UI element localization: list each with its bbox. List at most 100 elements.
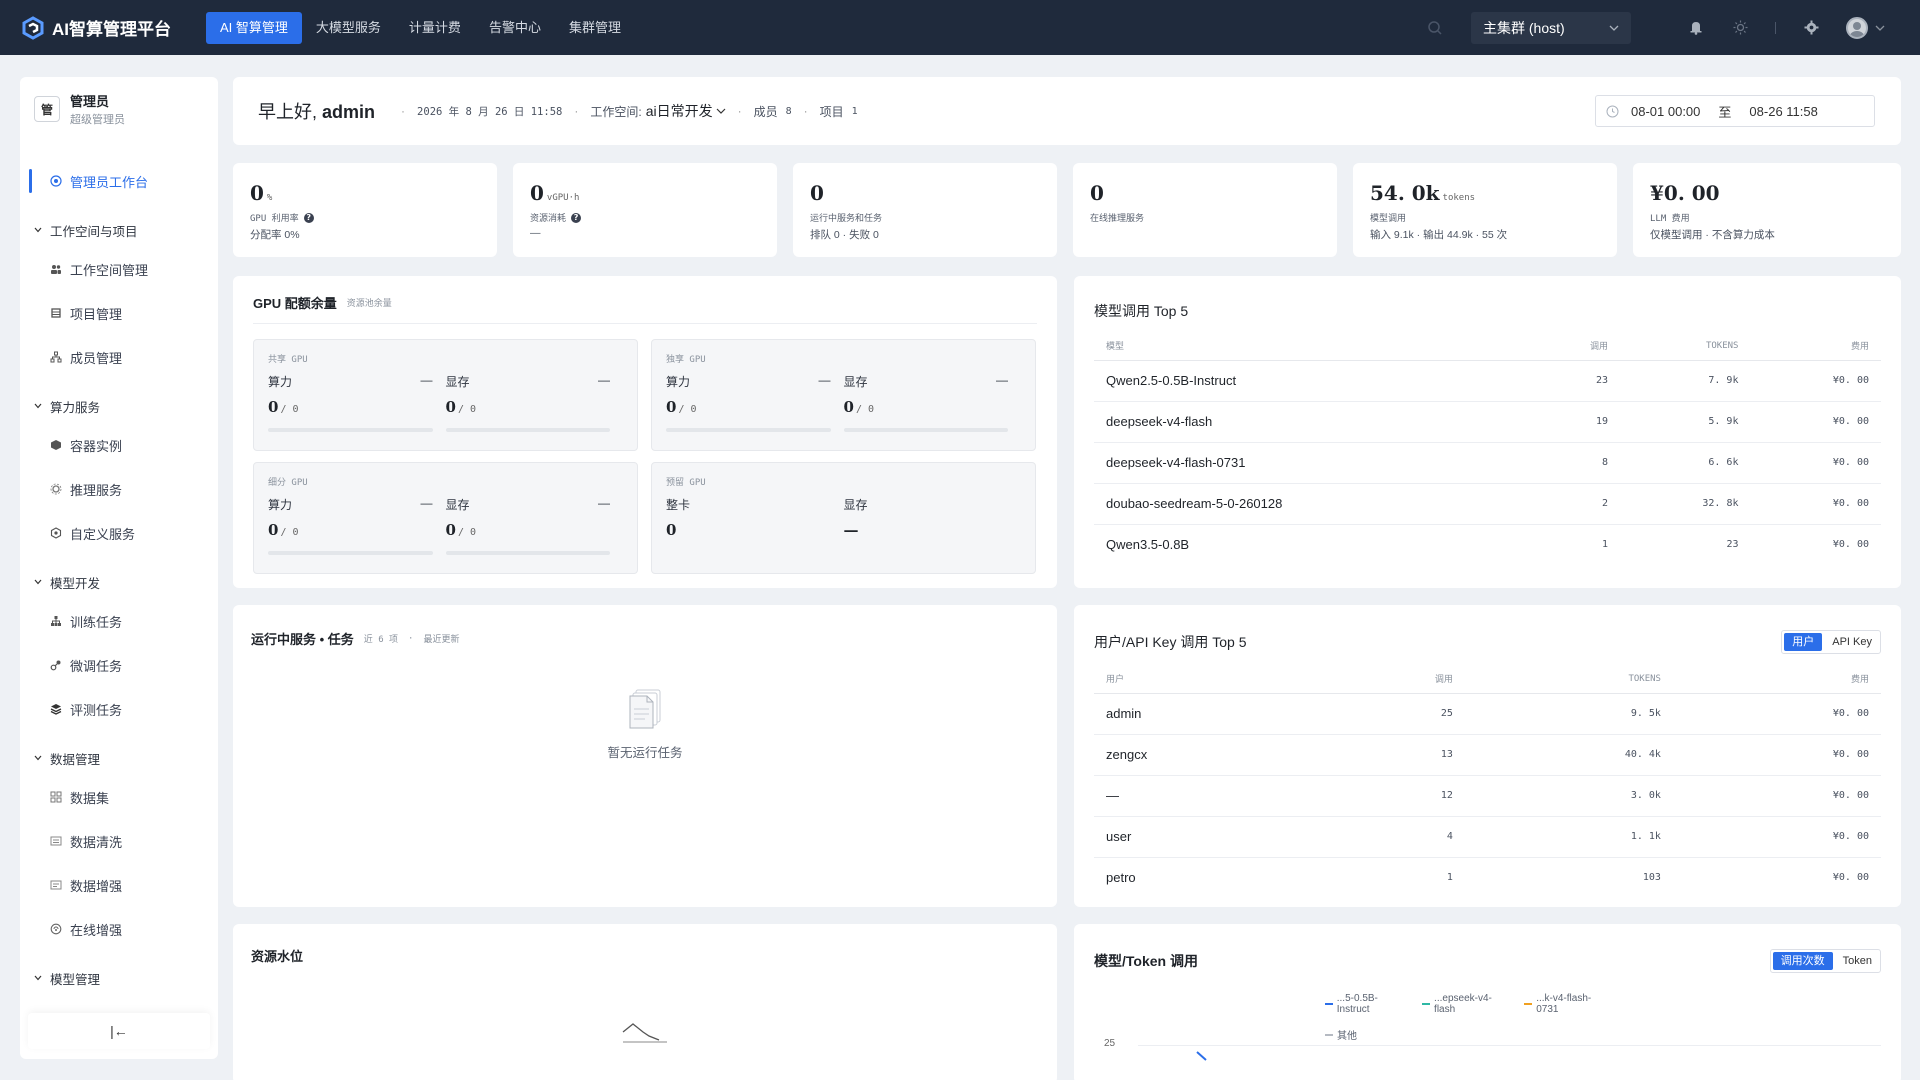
project-icon [49,307,62,320]
sidebar-item-label: 数据清洗 [70,834,123,850]
table-row[interactable]: —12 3. 0k ¥0. 00 [1094,775,1881,817]
row-calls: 13 [1319,734,1465,776]
sidebar-item-container[interactable]: 容器实例 [20,423,218,467]
date-from[interactable]: 08-01 00:00 [1631,104,1700,119]
sidebar-group-model-dev[interactable]: 模型开发 [20,565,218,599]
table-row[interactable]: Qwen3.5-0.8B 1 23 ¥0. 00 [1094,524,1881,565]
table-row[interactable]: Qwen2.5-0.5B-Instruct 23 7. 9k ¥0. 00 [1094,360,1881,402]
workspace-select[interactable]: ai日常开发 [646,101,726,121]
stat-unit: tokens [1442,193,1476,203]
sidebar-item-project-mgmt[interactable]: 项目管理 [20,291,218,335]
table-header-row: 用户 调用 TOKENS 费用 [1094,665,1881,694]
members-icon [49,351,62,364]
user-top5-table: 用户 调用 TOKENS 费用 admin 25 9. 5k ¥0. 00 zengcx… [1094,665,1881,898]
toggle-apikey[interactable]: API Key [1824,631,1880,653]
user-menu[interactable] [1846,16,1886,39]
legend-label: ...k-v4-flash-0731 [1536,993,1592,1015]
row-name: deepseek-v4-flash [1094,401,1529,443]
sidebar-item-data-clean[interactable]: 数据清洗 [20,819,218,863]
chevron-down-icon [34,975,42,981]
sidebar-item-admin-dashboard[interactable]: 管理员工作台 [20,159,218,203]
date-range-picker[interactable]: 08-01 00:00 至 08-26 11:58 [1595,95,1875,127]
table-row[interactable]: zengcx 13 40. 4k ¥0. 00 [1094,734,1881,776]
sidebar-group-workspace[interactable]: 工作空间与项目 [20,213,218,247]
legend-item[interactable]: ...5-0.5B-Instruct [1325,993,1408,1015]
stat-unit: vGPU·h [546,193,580,203]
nav-alerts[interactable]: 告警中心 [475,12,555,44]
sidebar-group-data[interactable]: 数据管理 [20,741,218,775]
sidebar-item-member-mgmt[interactable]: 成员管理 [20,335,218,379]
table-row[interactable]: deepseek-v4-flash 19 5. 9k ¥0. 00 [1094,401,1881,443]
quota-used: 0 [843,398,854,416]
sidebar-item-online-augment[interactable]: 在线增强 [20,907,218,951]
nav-ai-compute[interactable]: AI 智算管理 [206,11,302,44]
gear-icon[interactable] [1802,19,1820,37]
stat-label: GPU 利用率 [250,214,299,224]
table-row[interactable]: doubao-seedream-5-0-260128 2 32. 8k ¥0. 00 [1094,483,1881,525]
table-row[interactable]: user 4 1. 1k ¥0. 00 [1094,816,1881,858]
nav-billing[interactable]: 计量计费 [395,12,475,44]
gpu-quota-grid: 共享 GPU 算力 — 0/ 0 显存 — 0/ 0 独享 GPU 算力 — 0/ 0… [253,339,1037,574]
table-row[interactable]: deepseek-v4-flash-0731 8 6. 6k ¥0. 00 [1094,442,1881,484]
sidebar-item-custom-service[interactable]: 自定义服务 [20,511,218,555]
row-name: user [1094,816,1320,858]
row-cost: ¥0. 00 [1672,693,1881,735]
stat-online-inference: 0 在线推理服务 [1073,163,1337,257]
sidebar-item-label: 成员管理 [70,350,123,366]
stat-resource-consumption: 0 vGPU·h 资源消耗? — [513,163,777,257]
sidebar-item-evaluation[interactable]: 评测任务 [20,687,218,731]
nav-cluster[interactable]: 集群管理 [555,12,635,44]
model-top5-card: 模型调用 Top 5 模型 调用 TOKENS 费用 Qwen2.5-0.5B-… [1074,276,1901,588]
toggle-user[interactable]: 用户 [1784,633,1823,651]
sidebar-group-model-mgmt[interactable]: 模型管理 [20,961,218,995]
sidebar-item-inference[interactable]: 推理服务 [20,467,218,511]
row-calls: 1 [1446,872,1453,884]
sidebar-item-data-augment[interactable]: 数据增强 [20,863,218,907]
cluster-select[interactable]: 主集群 (host) [1471,11,1631,44]
bell-icon[interactable] [1687,19,1705,37]
nav-llm-service[interactable]: 大模型服务 [302,12,395,44]
row-name: deepseek-v4-flash-0731 [1094,442,1529,484]
user-apikey-toggle: 用户 API Key [1781,630,1881,654]
sidebar-collapse-button[interactable]: |← [28,1013,210,1049]
date-to[interactable]: 08-26 11:58 [1749,104,1817,119]
help-icon[interactable]: ? [303,212,314,223]
theme-sun-icon[interactable] [1731,19,1749,37]
gpu-quota-box: 独享 GPU 算力 — 0/ 0 显存 — 0/ 0 [651,339,1036,451]
search-icon[interactable] [1427,20,1443,36]
quota-total: / 0 [280,527,299,538]
greeting-prefix: 早上好, [258,102,318,122]
sidebar-item-finetune[interactable]: 微调任务 [20,643,218,687]
toggle-call-count[interactable]: 调用次数 [1772,952,1833,970]
help-icon[interactable]: ? [571,212,582,223]
brand[interactable]: AI智算管理平台 [20,15,206,41]
toggle-token[interactable]: Token [1835,950,1880,972]
members-count: 8 [785,105,792,117]
gpu-quota-box: 预留 GPU 整卡 0 显存 — [651,462,1036,574]
sidebar-item-training[interactable]: 训练任务 [20,599,218,643]
admin-card: 管 管理员 超级管理员 [20,77,218,141]
table-row[interactable]: admin 25 9. 5k ¥0. 00 [1094,693,1881,735]
row-tokens: 23 [1726,539,1739,551]
legend-item[interactable]: ...epseek-v4-flash [1422,993,1510,1015]
row-name: Qwen3.5-0.8B [1106,537,1190,553]
admin-role: 超级管理员 [70,114,125,126]
quota-bar [843,428,1008,432]
col-cost: 费用 [1672,665,1881,694]
legend-label: ...epseek-v4-flash [1434,993,1492,1015]
row-name: — [1094,775,1320,817]
legend-item[interactable]: 其他 [1325,1027,1357,1042]
sidebar-item-label: 训练任务 [70,614,123,630]
sidebar-item-workspace-mgmt[interactable]: 工作空间管理 [20,247,218,291]
table-row[interactable]: petro 1 103 ¥0. 00 [1094,857,1881,898]
legend-item[interactable]: ...k-v4-flash-0731 [1524,993,1611,1015]
greeting: 早上好, admin [258,98,375,124]
quota-used: 0 [666,521,677,539]
sidebar-group-compute[interactable]: 算力服务 [20,389,218,423]
row-name: zengcx [1094,734,1320,776]
row-calls: 2 [1528,483,1620,525]
row-calls: 25 [1319,693,1465,735]
row-tokens: 40. 4k [1464,734,1673,776]
resource-level-card: 资源水位 [233,924,1057,1080]
sidebar-item-dataset[interactable]: 数据集 [20,775,218,819]
